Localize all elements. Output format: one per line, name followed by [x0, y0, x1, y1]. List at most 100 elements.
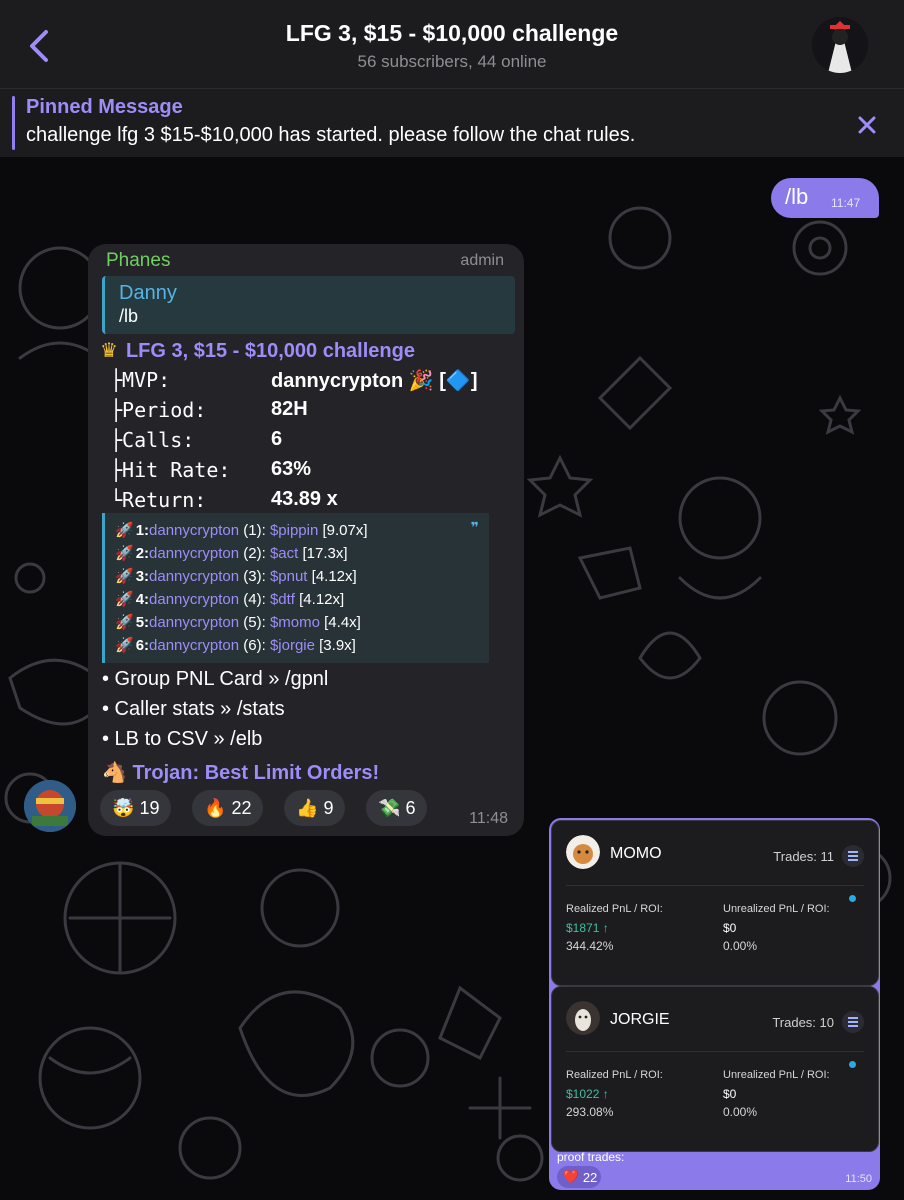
solana-icon: [842, 1011, 864, 1033]
card-divider: [566, 885, 864, 886]
rocket-icon: 🚀: [115, 591, 134, 608]
reaction-heart[interactable]: ❤️ 22: [557, 1166, 601, 1188]
horse-icon: 🐴: [102, 762, 133, 784]
money-wings-icon: 💸: [378, 797, 401, 818]
stat-key-period: ├Period:: [110, 398, 207, 422]
stat-value-return: 43.89 x: [271, 488, 338, 510]
card-trades: Trades: 10: [772, 1015, 834, 1030]
realized-roi: 344.42%: [566, 939, 614, 953]
leaderboard-quote: ❞ 🚀 1:dannycrypton (1): $pippin [9.07x] 🚀…: [102, 513, 489, 663]
rocket-icon: 🚀: [115, 614, 134, 631]
leaderboard-title: ♛ LFG 3, $15 - $10,000 challenge: [100, 338, 415, 363]
status-dot: [849, 895, 856, 902]
leaderboard-title-text: LFG 3, $15 - $10,000 challenge: [125, 340, 415, 362]
stat-value-hit-rate: 63%: [271, 458, 312, 480]
pinned-label: Pinned Message: [26, 96, 183, 118]
realized-value: $1871 ↑: [566, 921, 609, 935]
chat-header: LFG 3, $15 - $10,000 challenge 56 subscr…: [0, 0, 904, 89]
leaderboard-ticker[interactable]: $pippin: [270, 522, 318, 539]
image-message-time: 11:50: [845, 1173, 872, 1185]
reaction-thumbs-up[interactable]: 👍 9: [284, 790, 346, 826]
link-group-pnl[interactable]: • Group PNL Card » /gpnl: [102, 668, 328, 691]
reply-quote[interactable]: Danny /lb: [102, 276, 515, 334]
leaderboard-ticker[interactable]: $jorgie: [270, 637, 315, 654]
unrealized-label: Unrealized PnL / ROI:: [723, 903, 830, 915]
sender-avatar[interactable]: [24, 780, 76, 832]
unrealized-label: Unrealized PnL / ROI:: [723, 1069, 830, 1081]
bot-message[interactable]: Phanes admin Danny /lb ♛ LFG 3, $15 - $10…: [88, 244, 524, 836]
leaderboard-caller[interactable]: dannycrypton: [149, 522, 239, 539]
rocket-icon: 🚀: [115, 522, 134, 539]
pinned-text: challenge lfg 3 $15-$10,000 has started.…: [26, 124, 636, 146]
leaderboard-caller[interactable]: dannycrypton: [149, 614, 239, 631]
leaderboard-row: 🚀 2:dannycrypton (2): $act [17.3x]: [115, 545, 348, 562]
sender-avatar-icon: [24, 780, 76, 832]
stat-key-mvp: ├MVP:: [110, 368, 171, 392]
realized-label: Realized PnL / ROI:: [566, 1069, 663, 1081]
realized-label: Realized PnL / ROI:: [566, 903, 663, 915]
reply-text: /lb: [119, 306, 139, 326]
sender-role: admin: [460, 252, 504, 269]
leaderboard-caller[interactable]: dannycrypton: [149, 637, 239, 654]
unrealized-roi: 0.00%: [723, 939, 758, 953]
link-caller-stats[interactable]: • Caller stats » /stats: [102, 698, 285, 721]
goat-avatar-icon: [566, 1001, 600, 1035]
leaderboard-row: 🚀 4:dannycrypton (4): $dtf [4.12x]: [115, 591, 345, 608]
close-icon[interactable]: [856, 114, 878, 136]
rocket-icon: 🚀: [115, 637, 134, 654]
solana-icon: [842, 845, 864, 867]
message-time: 11:48: [469, 810, 508, 827]
leaderboard-row: 🚀 5:dannycrypton (5): $momo [4.4x]: [115, 614, 361, 631]
leaderboard-caller[interactable]: dannycrypton: [149, 545, 239, 562]
stat-key-return: └Return:: [110, 488, 207, 512]
pinned-message-bar[interactable]: Pinned Message challenge lfg 3 $15-$10,0…: [0, 89, 904, 157]
card-name: JORGIE: [610, 1011, 670, 1028]
leaderboard-caller[interactable]: dannycrypton: [149, 568, 239, 585]
quote-icon: ❞: [470, 519, 479, 535]
pinned-accent-bar: [12, 96, 15, 150]
promo-link[interactable]: 🐴 Trojan: Best Limit Orders!: [102, 760, 379, 785]
leaderboard-ticker[interactable]: $momo: [270, 614, 320, 631]
crown-icon: ♛: [100, 340, 118, 362]
fire-icon: 🔥: [204, 797, 227, 818]
unrealized-value: $0: [723, 1087, 737, 1101]
reaction-exploding-head[interactable]: 🤯 19: [100, 790, 172, 826]
leaderboard-row: 🚀 1:dannycrypton (1): $pippin [9.07x]: [115, 522, 368, 539]
outgoing-time: 11:47: [831, 196, 861, 210]
reply-name: Danny: [119, 282, 177, 304]
card-name: MOMO: [610, 845, 662, 862]
unrealized-value: $0: [723, 921, 737, 935]
rocket-icon: 🚀: [115, 545, 134, 562]
dog-avatar-icon: [566, 835, 600, 869]
realized-value: $1022 ↑: [566, 1087, 609, 1101]
stat-value-mvp: dannycrypton 🎉 [🔷]: [271, 370, 478, 392]
leaderboard-caller[interactable]: dannycrypton: [149, 591, 239, 608]
leaderboard-row: 🚀 6:dannycrypton (6): $jorgie [3.9x]: [115, 637, 356, 654]
link-lb-csv[interactable]: • LB to CSV » /elb: [102, 728, 262, 751]
rocket-icon: 🚀: [115, 568, 134, 585]
leaderboard-ticker[interactable]: $act: [270, 545, 298, 562]
stat-key-calls: ├Calls:: [110, 428, 195, 452]
stat-value-calls: 6: [271, 428, 283, 450]
outgoing-text: /lb: [785, 184, 809, 209]
pnl-card-jorgie: JORGIE Trades: 10 Realized PnL / ROI: $1…: [551, 986, 879, 1152]
leaderboard-ticker[interactable]: $pnut: [270, 568, 308, 585]
outgoing-message[interactable]: /lb 11:47: [771, 178, 879, 218]
leaderboard-ticker[interactable]: $dtf: [270, 591, 295, 608]
unrealized-roi: 0.00%: [723, 1105, 758, 1119]
realized-roi: 293.08%: [566, 1105, 614, 1119]
stat-key-hit-rate: ├Hit Rate:: [110, 458, 231, 482]
reaction-money[interactable]: 💸 6: [366, 790, 428, 826]
sender-name[interactable]: Phanes: [106, 250, 170, 272]
image-message[interactable]: MOMO Trades: 11 Realized PnL / ROI: $187…: [549, 818, 880, 1190]
pnl-card-momo: MOMO Trades: 11 Realized PnL / ROI: $187…: [551, 820, 879, 986]
exploding-head-icon: 🤯: [112, 797, 135, 818]
chat-subtitle: 56 subscribers, 44 online: [357, 52, 547, 71]
card-trades: Trades: 11: [773, 849, 834, 864]
thumbs-up-icon: 👍: [296, 797, 319, 818]
reaction-fire[interactable]: 🔥 22: [192, 790, 264, 826]
chat-title[interactable]: LFG 3, $15 - $10,000 challenge: [0, 20, 904, 47]
stat-value-period: 82H: [271, 398, 308, 420]
channel-avatar[interactable]: [812, 17, 868, 73]
heart-icon: ❤️: [563, 1169, 580, 1184]
